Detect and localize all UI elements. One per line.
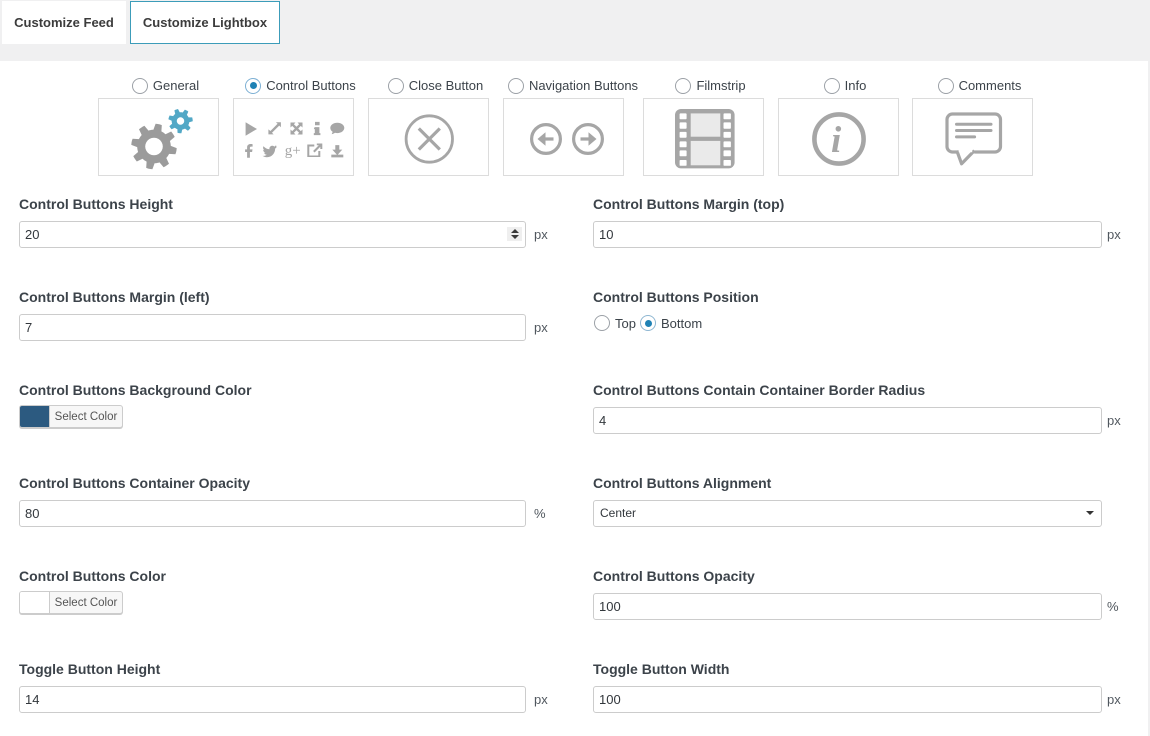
- svg-text:i: i: [831, 120, 842, 161]
- svg-text:g+: g+: [285, 143, 301, 159]
